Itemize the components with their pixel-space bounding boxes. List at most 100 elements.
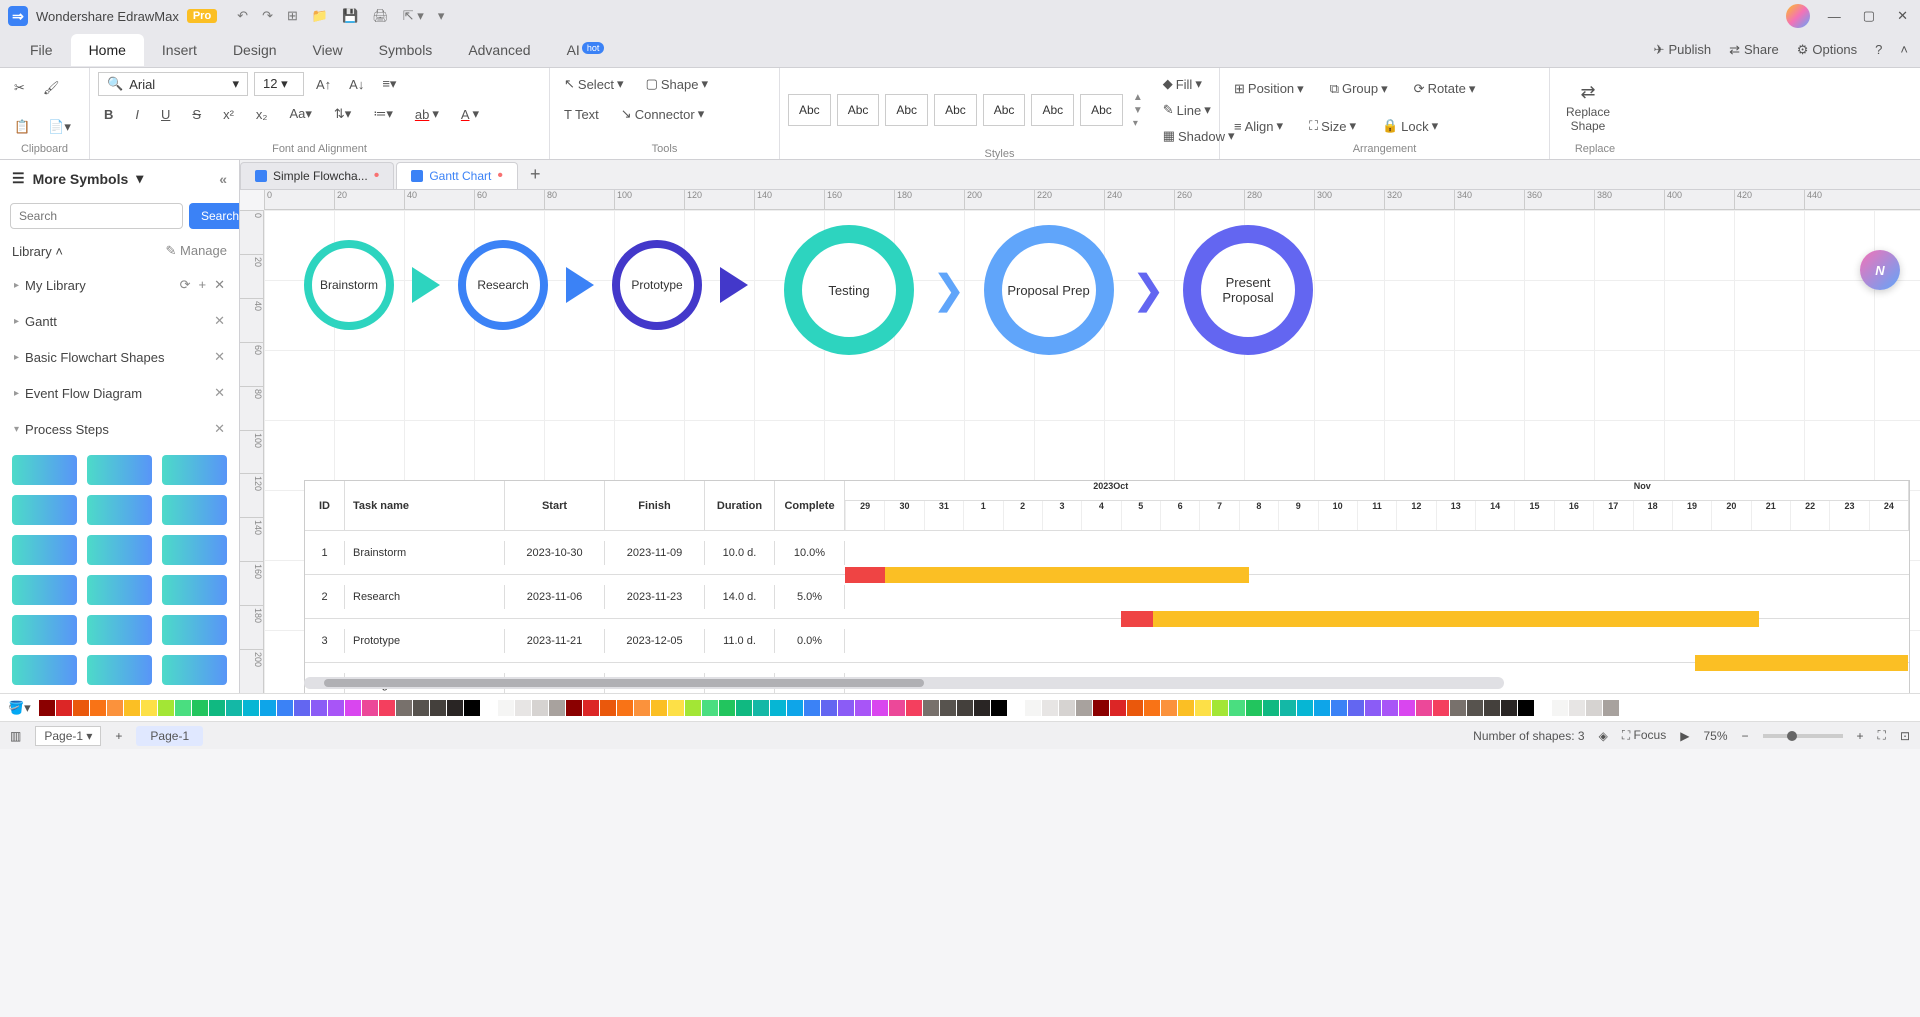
list-icon[interactable]: ≔▾ (367, 102, 399, 126)
color-swatch[interactable] (855, 700, 871, 716)
doc-tab[interactable]: Simple Flowcha...• (240, 162, 394, 189)
style-preset[interactable]: Abc (934, 94, 977, 126)
menu-view[interactable]: View (295, 34, 361, 66)
user-avatar[interactable] (1786, 4, 1810, 28)
step-research[interactable]: Research (458, 240, 548, 330)
color-swatch[interactable] (719, 700, 735, 716)
page-dropdown[interactable]: Page-1 ▾ (35, 726, 101, 746)
shape-thumbnail[interactable] (87, 455, 152, 485)
color-swatch[interactable] (1212, 700, 1228, 716)
format-painter-icon[interactable]: 🖌 (37, 76, 66, 100)
color-swatch[interactable] (736, 700, 752, 716)
publish-button[interactable]: ✈ Publish (1654, 42, 1712, 58)
color-swatch[interactable] (1433, 700, 1449, 716)
paste-icon[interactable]: 📄▾ (42, 115, 77, 139)
color-swatch[interactable] (430, 700, 446, 716)
color-swatch[interactable] (889, 700, 905, 716)
color-swatch[interactable] (226, 700, 242, 716)
style-preset[interactable]: Abc (885, 94, 928, 126)
focus-button[interactable]: ⛶ Focus (1622, 728, 1666, 743)
gantt-row[interactable]: 1Brainstorm2023-10-302023-11-0910.0 d.10… (305, 531, 1909, 575)
color-swatch[interactable] (1586, 700, 1602, 716)
color-swatch[interactable] (617, 700, 633, 716)
style-preset[interactable]: Abc (983, 94, 1026, 126)
color-swatch[interactable] (209, 700, 225, 716)
gantt-chart[interactable]: ID Task name Start Finish Duration Compl… (304, 480, 1910, 693)
print-icon[interactable]: 🖨 (372, 8, 389, 24)
lib-add-icon[interactable]: + (199, 277, 207, 293)
color-swatch[interactable] (1552, 700, 1568, 716)
lib-close-icon[interactable]: ✕ (214, 277, 225, 293)
process-steps-small[interactable]: Brainstorm Research Prototype (304, 240, 748, 330)
color-swatch[interactable] (396, 700, 412, 716)
add-page-button[interactable]: + (115, 729, 122, 743)
color-swatch[interactable] (821, 700, 837, 716)
color-swatch[interactable] (107, 700, 123, 716)
shape-tool[interactable]: ▢ Shape ▾ (640, 72, 714, 96)
color-swatch[interactable] (532, 700, 548, 716)
rotate-menu[interactable]: ⟳ Rotate ▾ (1408, 77, 1482, 101)
process-steps-big[interactable]: Testing ❯ Proposal Prep ❯ Present Propos… (784, 225, 1313, 355)
help-icon[interactable]: ? (1875, 42, 1882, 57)
doc-tab[interactable]: Gantt Chart• (396, 162, 518, 189)
shape-thumbnail[interactable] (12, 655, 77, 685)
my-library-section[interactable]: ▸My Library ⟳ + ✕ (0, 267, 239, 303)
color-swatch[interactable] (600, 700, 616, 716)
canvas[interactable]: Brainstorm Research Prototype Testing ❯ … (264, 210, 1920, 693)
color-swatch[interactable] (668, 700, 684, 716)
color-swatch[interactable] (1178, 700, 1194, 716)
step-proposal-prep[interactable]: Proposal Prep (984, 225, 1114, 355)
size-menu[interactable]: ⛶ Size ▾ (1303, 114, 1362, 138)
shape-thumbnail[interactable] (87, 655, 152, 685)
more-icon[interactable]: ▾ (438, 8, 445, 24)
fullscreen-icon[interactable]: ⊡ (1900, 729, 1910, 743)
color-swatch[interactable] (838, 700, 854, 716)
fit-page-icon[interactable]: ⛶ (1878, 728, 1886, 743)
redo-icon[interactable]: ↷ (262, 8, 273, 24)
shape-thumbnail[interactable] (162, 575, 227, 605)
close-icon[interactable]: ✕ (1893, 8, 1912, 24)
lib-section[interactable]: ▸Gantt✕ (0, 303, 239, 339)
shape-thumbnail[interactable] (162, 655, 227, 685)
color-swatch[interactable] (90, 700, 106, 716)
symbol-search-input[interactable] (10, 203, 183, 229)
library-label[interactable]: Library ˄ (12, 244, 63, 259)
zoom-out-button[interactable]: − (1742, 729, 1749, 743)
superscript-icon[interactable]: x² (217, 103, 240, 126)
export-icon[interactable]: ⇱ ▾ (403, 8, 424, 24)
color-swatch[interactable] (1603, 700, 1619, 716)
zoom-slider[interactable] (1763, 734, 1843, 738)
manage-library[interactable]: ✎ Manage (166, 243, 228, 259)
color-swatch[interactable] (175, 700, 191, 716)
shape-thumbnail[interactable] (12, 455, 77, 485)
underline-icon[interactable]: U (155, 103, 176, 126)
lib-section[interactable]: ▸Basic Flowchart Shapes✕ (0, 339, 239, 375)
save-icon[interactable]: 💾 (342, 8, 358, 24)
color-swatch[interactable] (141, 700, 157, 716)
font-select[interactable]: 🔍 Arial▾ (98, 72, 248, 96)
color-swatch[interactable] (1144, 700, 1160, 716)
open-icon[interactable]: 📁 (312, 8, 328, 24)
style-preset[interactable]: Abc (1031, 94, 1074, 126)
shape-thumbnail[interactable] (87, 495, 152, 525)
color-swatch[interactable] (1195, 700, 1211, 716)
color-swatch[interactable] (1501, 700, 1517, 716)
color-swatch[interactable] (158, 700, 174, 716)
color-swatch[interactable] (447, 700, 463, 716)
ai-assistant-button[interactable]: N (1860, 250, 1900, 290)
color-swatch[interactable] (634, 700, 650, 716)
step-prototype[interactable]: Prototype (612, 240, 702, 330)
increase-font-icon[interactable]: A↑ (310, 73, 337, 96)
color-swatch[interactable] (39, 700, 55, 716)
color-swatch[interactable] (464, 700, 480, 716)
text-tool[interactable]: T Text (558, 102, 605, 126)
lib-refresh-icon[interactable]: ⟳ (180, 277, 191, 293)
color-swatch[interactable] (73, 700, 89, 716)
color-swatch[interactable] (923, 700, 939, 716)
menu-ai[interactable]: AIhot (549, 34, 623, 66)
color-swatch[interactable] (1127, 700, 1143, 716)
style-up-icon[interactable]: ▲ (1133, 92, 1143, 103)
case-icon[interactable]: Aa▾ (283, 102, 317, 126)
menu-advanced[interactable]: Advanced (450, 34, 548, 66)
color-swatch[interactable] (1093, 700, 1109, 716)
